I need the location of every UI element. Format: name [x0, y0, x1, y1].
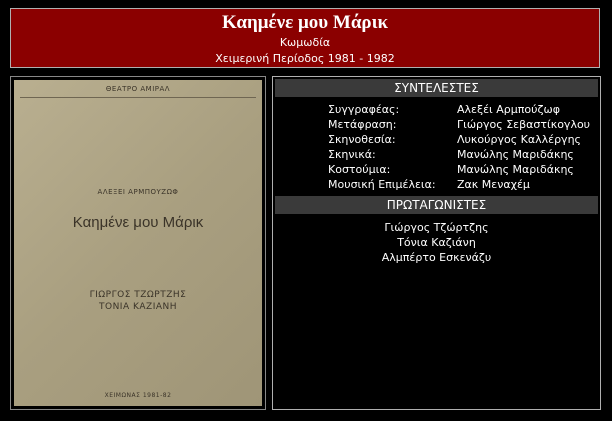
cast-member: Αλμπέρτο Εσκενάζυ	[381, 251, 492, 264]
credit-role: Σκηνικά:	[328, 148, 376, 161]
play-season: Χειμερινή Περίοδος 1981 - 1982	[215, 52, 395, 65]
play-header: Καημένε μου Μάρικ Κωμωδία Χειμερινή Περί…	[10, 8, 600, 68]
credit-name: Αλεξέι Αρμπούζωφ	[457, 103, 560, 116]
cast-heading: ΠΡΩΤΑΓΩΝΙΣΤΕΣ	[275, 196, 598, 214]
credit-name: Ζακ Μεναχέμ	[457, 178, 530, 191]
poster-image: ΘΕΑΤΡΟ ΑΜΙΡΑΛ ΑΛΕΞΕΙ ΑΡΜΠΟΥΖΩΦ Καημένε μ…	[14, 80, 262, 406]
credit-name: Γιώργος Σεβαστίκογλου	[457, 118, 591, 131]
poster-theatre: ΘΕΑΤΡΟ ΑΜΙΡΑΛ	[105, 85, 171, 93]
credit-row: Σκηνοθεσία: Λυκούργος Καλλέργης	[273, 132, 600, 147]
credit-role: Μουσική Επιμέλεια:	[328, 178, 436, 191]
credit-role: Κοστούμια:	[328, 163, 391, 176]
credits-list: Συγγραφέας: Αλεξέι Αρμπούζωφ Μετάφραση: …	[273, 102, 600, 192]
credit-role: Σκηνοθεσία:	[328, 133, 396, 146]
poster-frame: ΘΕΑΤΡΟ ΑΜΙΡΑΛ ΑΛΕΞΕΙ ΑΡΜΠΟΥΖΩΦ Καημένε μ…	[10, 76, 266, 410]
credit-name: Μανώλης Μαριδάκης	[457, 148, 574, 161]
poster-actor-1: ΓΙΩΡΓΟΣ ΤΖΩΡΤΖΗΣ	[89, 290, 187, 300]
credits-heading: ΣΥΝΤΕΛΕΣΤΕΣ	[275, 79, 598, 97]
poster-season: ΧΕΙΜΩΝΑΣ 1981-82	[104, 392, 172, 399]
poster-actor-2: ΤΟΝΙΑ ΚΑΖΙΑΝΗ	[98, 302, 178, 312]
cast-list: Γιώργος Τζώρτζης Τόνια Καζιάνη Αλμπέρτο …	[273, 220, 600, 265]
credit-row: Σκηνικά: Μανώλης Μαριδάκης	[273, 147, 600, 162]
cast-member: Τόνια Καζιάνη	[397, 236, 476, 249]
poster-title: Καημένε μου Μάρικ	[72, 214, 204, 231]
credit-row: Συγγραφέας: Αλεξέι Αρμπούζωφ	[273, 102, 600, 117]
poster-rule	[20, 97, 256, 98]
poster-author: ΑΛΕΞΕΙ ΑΡΜΠΟΥΖΩΦ	[97, 188, 179, 196]
play-title: Καημένε μου Μάρικ	[221, 12, 389, 33]
credit-name: Λυκούργος Καλλέργης	[457, 133, 581, 146]
cast-member: Γιώργος Τζώρτζης	[384, 221, 489, 234]
play-genre: Κωμωδία	[279, 36, 331, 49]
credit-name: Μανώλης Μαριδάκης	[457, 163, 574, 176]
credit-role: Μετάφραση:	[328, 118, 397, 131]
credit-row: Μουσική Επιμέλεια: Ζακ Μεναχέμ	[273, 177, 600, 192]
credit-row: Κοστούμια: Μανώλης Μαριδάκης	[273, 162, 600, 177]
credit-role: Συγγραφέας:	[328, 103, 400, 116]
info-panel: ΣΥΝΤΕΛΕΣΤΕΣ Συγγραφέας: Αλεξέι Αρμπούζωφ…	[272, 76, 601, 410]
credit-row: Μετάφραση: Γιώργος Σεβαστίκογλου	[273, 117, 600, 132]
